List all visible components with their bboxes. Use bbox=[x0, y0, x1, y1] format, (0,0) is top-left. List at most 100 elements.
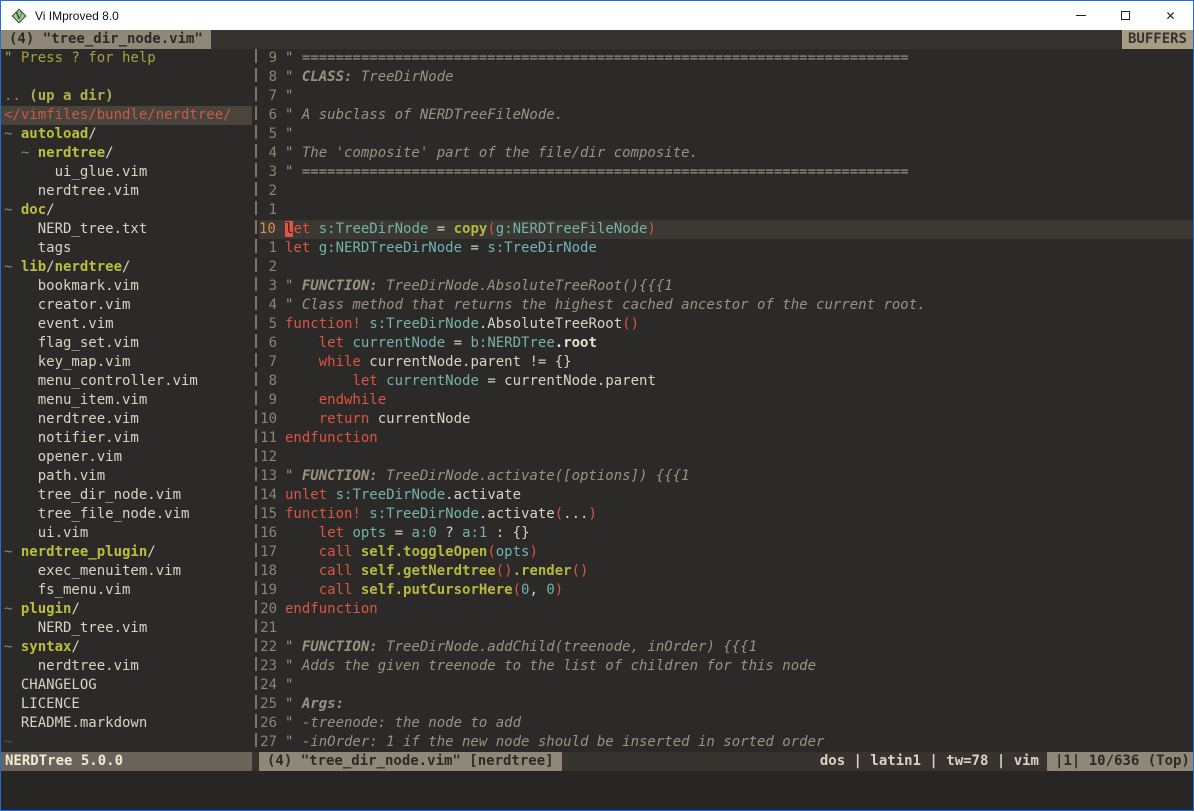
editor-line[interactable]: 1 bbox=[259, 201, 1193, 220]
nerdtree-line[interactable]: .. (up a dir) bbox=[1, 87, 252, 106]
tabline: (4) "tree_dir_node.vim" BUFFERS bbox=[1, 30, 1193, 49]
nerdtree-line[interactable]: tree_dir_node.vim bbox=[1, 486, 252, 505]
editor-line[interactable]: 2 bbox=[259, 258, 1193, 277]
close-button[interactable]: ✕ bbox=[1148, 1, 1193, 30]
nerdtree-line[interactable]: ~ nerdtree_plugin/ bbox=[1, 543, 252, 562]
nerdtree-line[interactable]: " Press ? for help bbox=[1, 49, 252, 68]
editor-line[interactable]: 5" bbox=[259, 125, 1193, 144]
nerdtree-line[interactable]: nerdtree.vim bbox=[1, 657, 252, 676]
editor-line[interactable]: 7 while currentNode.parent != {} bbox=[259, 353, 1193, 372]
editor-line[interactable]: 2 bbox=[259, 182, 1193, 201]
maximize-button[interactable] bbox=[1103, 1, 1148, 30]
editor-line[interactable]: 27" -inOrder: 1 if the new node should b… bbox=[259, 733, 1193, 752]
editor-line[interactable]: 7" bbox=[259, 87, 1193, 106]
editor-line[interactable]: 23" Adds the given treenode to the list … bbox=[259, 657, 1193, 676]
line-number: 8 bbox=[259, 372, 285, 391]
editor-line[interactable]: 9 endwhile bbox=[259, 391, 1193, 410]
nerdtree-line[interactable] bbox=[1, 68, 252, 87]
maximize-icon bbox=[1121, 11, 1130, 20]
editor-line[interactable]: 26" -treenode: the node to add bbox=[259, 714, 1193, 733]
line-number: 3 bbox=[259, 277, 285, 296]
nerdtree-line[interactable]: notifier.vim bbox=[1, 429, 252, 448]
nerdtree-line[interactable]: nerdtree.vim bbox=[1, 182, 252, 201]
editor-line[interactable]: 21 bbox=[259, 619, 1193, 638]
nerdtree-line[interactable]: flag_set.vim bbox=[1, 334, 252, 353]
nerdtree-line[interactable]: NERD_tree.vim bbox=[1, 619, 252, 638]
nerdtree-line[interactable]: menu_item.vim bbox=[1, 391, 252, 410]
editor-line[interactable]: 20endfunction bbox=[259, 600, 1193, 619]
tab-tree-dir-node[interactable]: (4) "tree_dir_node.vim" bbox=[1, 30, 211, 49]
minimize-icon bbox=[1076, 15, 1086, 16]
editor-line[interactable]: 3" FUNCTION: TreeDirNode.AbsoluteTreeRoo… bbox=[259, 277, 1193, 296]
editor-line[interactable]: 17 call self.toggleOpen(opts) bbox=[259, 543, 1193, 562]
editor-line[interactable]: 6" A subclass of NERDTreeFileNode. bbox=[259, 106, 1193, 125]
editor-line[interactable]: 19 call self.putCursorHere(0, 0) bbox=[259, 581, 1193, 600]
line-number: 6 bbox=[259, 334, 285, 353]
editor-line[interactable]: 5function! s:TreeDirNode.AbsoluteTreeRoo… bbox=[259, 315, 1193, 334]
line-number: 5 bbox=[259, 125, 285, 144]
editor-panel: 9" =====================================… bbox=[259, 49, 1193, 752]
nerdtree-line[interactable]: ~ plugin/ bbox=[1, 600, 252, 619]
editor-line[interactable]: 24" bbox=[259, 676, 1193, 695]
nerdtree-line[interactable]: ~ syntax/ bbox=[1, 638, 252, 657]
nerdtree-line[interactable]: nerdtree.vim bbox=[1, 410, 252, 429]
line-number: 5 bbox=[259, 315, 285, 334]
editor-line[interactable]: 13" FUNCTION: TreeDirNode.activate([opti… bbox=[259, 467, 1193, 486]
line-number: 7 bbox=[259, 87, 285, 106]
editor-line[interactable]: 8" CLASS: TreeDirNode bbox=[259, 68, 1193, 87]
line-number: 4 bbox=[259, 296, 285, 315]
editor-line[interactable]: 1let g:NERDTreeDirNode = s:TreeDirNode bbox=[259, 239, 1193, 258]
editor-line[interactable]: 12 bbox=[259, 448, 1193, 467]
nerdtree-line[interactable]: CHANGELOG bbox=[1, 676, 252, 695]
nerdtree-line[interactable]: tree_file_node.vim bbox=[1, 505, 252, 524]
nerdtree-line[interactable]: tags bbox=[1, 239, 252, 258]
line-number: 26 bbox=[259, 714, 285, 733]
nerdtree-line[interactable]: LICENCE bbox=[1, 695, 252, 714]
editor-line[interactable]: 18 call self.getNerdtree().render() bbox=[259, 562, 1193, 581]
editor-line[interactable]: 9" =====================================… bbox=[259, 49, 1193, 68]
editor-line[interactable]: 3" =====================================… bbox=[259, 163, 1193, 182]
nerdtree-line[interactable]: menu_controller.vim bbox=[1, 372, 252, 391]
nerdtree-line[interactable]: fs_menu.vim bbox=[1, 581, 252, 600]
editor-line[interactable]: 8 let currentNode = currentNode.parent bbox=[259, 372, 1193, 391]
editor-line[interactable]: 25" Args: bbox=[259, 695, 1193, 714]
nerdtree-line[interactable]: path.vim bbox=[1, 467, 252, 486]
nerdtree-line[interactable]: ~ nerdtree/ bbox=[1, 144, 252, 163]
editor-line[interactable]: 4" Class method that returns the highest… bbox=[259, 296, 1193, 315]
minimize-button[interactable] bbox=[1058, 1, 1103, 30]
nerdtree-line[interactable]: ~ bbox=[1, 733, 252, 752]
line-number: 2 bbox=[259, 258, 285, 277]
nerdtree-line[interactable]: ~ autoload/ bbox=[1, 125, 252, 144]
editor-line[interactable]: 10 return currentNode bbox=[259, 410, 1193, 429]
line-number: 9 bbox=[259, 391, 285, 410]
editor-line[interactable]: 15function! s:TreeDirNode.activate(...) bbox=[259, 505, 1193, 524]
editor-line[interactable]: 10let s:TreeDirNode = copy(g:NERDTreeFil… bbox=[259, 220, 1193, 239]
line-number: 9 bbox=[259, 49, 285, 68]
nerdtree-line[interactable]: event.vim bbox=[1, 315, 252, 334]
line-number: 14 bbox=[259, 486, 285, 505]
editor-line[interactable]: 11endfunction bbox=[259, 429, 1193, 448]
nerdtree-line[interactable]: ui.vim bbox=[1, 524, 252, 543]
statusline-filename: (4) "tree_dir_node.vim" [nerdtree] bbox=[259, 752, 562, 771]
editor-line[interactable]: 22" FUNCTION: TreeDirNode.addChild(treen… bbox=[259, 638, 1193, 657]
nerdtree-line[interactable]: bookmark.vim bbox=[1, 277, 252, 296]
nerdtree-line[interactable]: creator.vim bbox=[1, 296, 252, 315]
editor-line[interactable]: 16 let opts = a:0 ? a:1 : {} bbox=[259, 524, 1193, 543]
nerdtree-line[interactable]: exec_menuitem.vim bbox=[1, 562, 252, 581]
nerdtree-line[interactable]: README.markdown bbox=[1, 714, 252, 733]
nerdtree-line[interactable]: key_map.vim bbox=[1, 353, 252, 372]
nerdtree-line[interactable]: opener.vim bbox=[1, 448, 252, 467]
nerdtree-line[interactable]: </vimfiles/bundle/nerdtree/ bbox=[1, 106, 252, 125]
window-separator[interactable] bbox=[252, 49, 259, 752]
line-number: 13 bbox=[259, 467, 285, 486]
nerdtree-line[interactable]: ~ doc/ bbox=[1, 201, 252, 220]
editor-line[interactable]: 14unlet s:TreeDirNode.activate bbox=[259, 486, 1193, 505]
editor-line[interactable]: 4" The 'composite' part of the file/dir … bbox=[259, 144, 1193, 163]
line-number: 21 bbox=[259, 619, 285, 638]
nerdtree-line[interactable]: ui_glue.vim bbox=[1, 163, 252, 182]
nerdtree-line[interactable]: NERD_tree.txt bbox=[1, 220, 252, 239]
command-line[interactable] bbox=[1, 771, 1193, 810]
line-number: 20 bbox=[259, 600, 285, 619]
nerdtree-line[interactable]: ~ lib/nerdtree/ bbox=[1, 258, 252, 277]
editor-line[interactable]: 6 let currentNode = b:NERDTree.root bbox=[259, 334, 1193, 353]
